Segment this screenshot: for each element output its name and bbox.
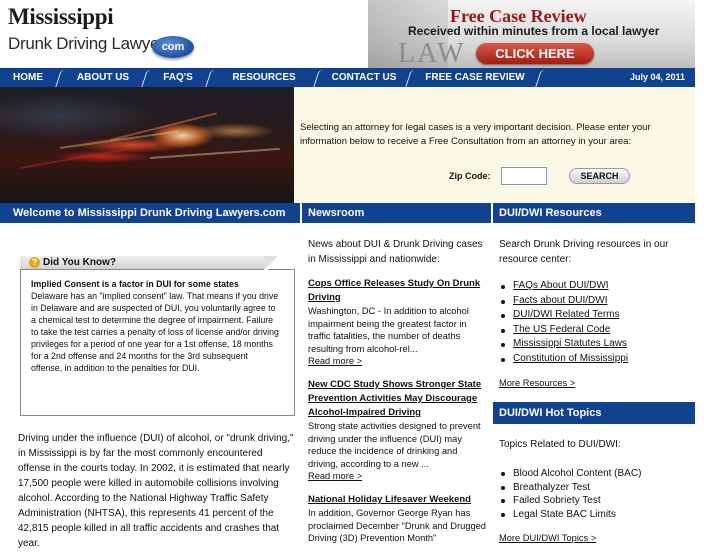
light-streak <box>109 112 217 141</box>
news-item: Cops Office Releases Study On Drunk Driv… <box>308 277 488 367</box>
list-item: Constitution of Mississippi <box>499 352 695 367</box>
light-streak <box>149 147 280 159</box>
consultation-form: Selecting an attorney for legal cases is… <box>294 87 695 203</box>
news-title-link[interactable]: New CDC Study Shows Stronger State Preve… <box>308 378 488 420</box>
resource-link-terms[interactable]: DUI/DWI Related Terms <box>513 309 620 320</box>
hero-night-traffic-image <box>0 87 294 203</box>
newsroom-heading: Newsroom <box>302 203 491 223</box>
list-item: DUI/DWI Related Terms <box>499 308 695 323</box>
news-title-link[interactable]: Cops Office Releases Study On Drunk Driv… <box>308 277 488 305</box>
nav-separator <box>314 68 322 87</box>
nav-separator <box>406 68 414 87</box>
did-you-know-title: Did You Know? <box>43 257 116 268</box>
resources-column: Search Drunk Driving resources in our re… <box>499 237 695 391</box>
list-item: Failed Sobriety Test <box>499 494 695 508</box>
list-item: The US Federal Code <box>499 323 695 338</box>
logo-title[interactable]: Mississippi <box>8 4 114 30</box>
site-header: Mississippi Drunk Driving Lawyers. com L… <box>0 0 727 68</box>
did-you-know-heading: Implied Consent is a factor in DUI for s… <box>31 279 239 289</box>
more-topics-link[interactable]: More DUI/DWI Topics > <box>499 531 695 546</box>
nav-faqs[interactable]: FAQ'S <box>150 68 206 87</box>
news-title-link[interactable]: National Holiday Lifesaver Weekend <box>308 493 488 507</box>
hot-topics-list: Blood Alcohol Content (BAC) Breathalyzer… <box>499 467 695 521</box>
hot-topics-intro: Topics Related to DUI/DWI: <box>499 439 621 450</box>
nav-contact-us[interactable]: CONTACT US <box>322 68 406 87</box>
logo-com-badge: com <box>152 36 194 58</box>
news-item: National Holiday Lifesaver Weekend In ad… <box>308 493 488 545</box>
nav-home[interactable]: HOME <box>0 68 56 87</box>
nav-separator <box>56 68 64 87</box>
light-streak <box>19 142 159 169</box>
resources-heading: DUI/DWI Resources <box>493 203 695 223</box>
resource-link-statutes[interactable]: Mississippi Statutes Laws <box>513 338 627 349</box>
did-you-know-text: Delaware has an "implied consent" law. T… <box>31 291 279 373</box>
news-item: New CDC Study Shows Stronger State Preve… <box>308 378 488 482</box>
free-case-review-banner[interactable]: LAW Free Case Review Received within min… <box>368 0 695 68</box>
list-item: Breathalyzer Test <box>499 481 695 495</box>
more-resources-link[interactable]: More Resources > <box>499 376 695 391</box>
news-description: Washington, DC - In addition to alcohol … <box>308 306 469 354</box>
question-icon: ? <box>29 257 40 268</box>
read-more-link[interactable]: Read more > <box>308 470 488 482</box>
banner-law-text: LAW <box>398 38 466 68</box>
news-description: Strong state activities designed to prev… <box>308 421 481 469</box>
intro-paragraph: Driving under the influence (DUI) of alc… <box>18 433 294 549</box>
banner-subtitle: Received within minutes from a local law… <box>408 24 660 38</box>
light-streak <box>59 130 179 149</box>
list-item: Facts about DUI/DWI <box>499 294 695 309</box>
zip-code-label: Zip Code: <box>449 171 491 181</box>
nav-resources[interactable]: RESOURCES <box>214 68 314 87</box>
main-nav: HOME ABOUT US FAQ'S RESOURCES CONTACT US… <box>0 68 695 87</box>
nav-about-us[interactable]: ABOUT US <box>64 68 142 87</box>
newsroom-intro: News about DUI & Drunk Driving cases in … <box>308 239 483 265</box>
zip-code-input[interactable] <box>501 167 547 185</box>
newsroom-column: News about DUI & Drunk Driving cases in … <box>308 237 488 556</box>
list-item: Mississippi Statutes Laws <box>499 337 695 352</box>
read-more-link[interactable]: Read more > <box>308 355 488 367</box>
click-here-button[interactable]: CLICK HERE <box>476 43 594 64</box>
nav-separator <box>142 68 150 87</box>
resource-link-federal-code[interactable]: The US Federal Code <box>513 324 610 335</box>
nav-free-case-review[interactable]: FREE CASE REVIEW <box>414 68 536 87</box>
list-item: Legal State BAC Limits <box>499 508 695 522</box>
did-you-know-body: Implied Consent is a factor in DUI for s… <box>31 278 279 374</box>
resource-link-constitution[interactable]: Constitution of Mississippi <box>513 353 628 364</box>
hot-topics-column: Topics Related to DUI/DWI: Blood Alcohol… <box>499 437 695 546</box>
nav-separator <box>206 68 214 87</box>
hot-topics-heading: DUI/DWI Hot Topics <box>493 402 695 424</box>
did-you-know-tab-edge <box>264 256 295 270</box>
resource-link-faqs[interactable]: FAQs About DUI/DWI <box>513 280 609 291</box>
search-button[interactable]: SEARCH <box>569 168 630 184</box>
nav-separator <box>536 68 544 87</box>
welcome-heading: Welcome to Mississippi Drunk Driving Law… <box>0 203 300 223</box>
consultation-text: Selecting an attorney for legal cases is… <box>300 122 651 147</box>
list-item: FAQs About DUI/DWI <box>499 279 695 294</box>
news-description: In addition, Governor George Ryan has pr… <box>308 508 486 543</box>
resources-intro: Search Drunk Driving resources in our re… <box>499 239 669 265</box>
resources-list: FAQs About DUI/DWI Facts about DUI/DWI D… <box>499 279 695 366</box>
list-item: Blood Alcohol Content (BAC) <box>499 467 695 481</box>
current-date: July 04, 2011 <box>629 72 685 82</box>
resource-link-facts[interactable]: Facts about DUI/DWI <box>513 295 607 306</box>
